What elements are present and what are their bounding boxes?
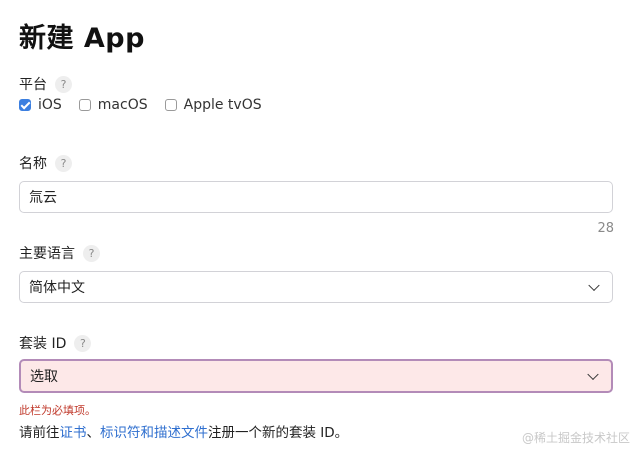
new-app-form: 新建 App 平台 ? iOS macOS Apple tvOS 名称 ? 氚云… [0, 0, 640, 459]
tvos-checkbox-icon[interactable] [164, 99, 177, 111]
certificates-link[interactable]: 证书 [60, 425, 87, 441]
platform-option-label: macOS [97, 97, 148, 113]
bundle-id-note: 请前往证书、标识符和描述文件注册一个新的套装 ID。 [19, 421, 348, 441]
bundle-id-help-icon[interactable]: ? [74, 334, 92, 352]
ios-checkbox-icon[interactable] [19, 99, 31, 111]
language-label: 主要语言 [19, 246, 75, 262]
bundle-id-error-message: 此栏为必填项。 [19, 404, 96, 417]
macos-checkbox-icon[interactable] [78, 99, 91, 111]
bundle-id-select-value: 选取 [30, 369, 58, 385]
note-prefix: 请前往 [19, 425, 60, 441]
page-title: 新建 App [19, 23, 145, 54]
name-char-counter: 28 [597, 221, 614, 236]
note-suffix: 注册一个新的套装 ID。 [208, 425, 349, 441]
name-input-value: 氚云 [29, 190, 57, 206]
language-label-row: 主要语言 ? [19, 243, 100, 263]
watermark: @稀土掘金技术社区 [521, 431, 630, 445]
platform-option-ios[interactable]: iOS [19, 97, 62, 113]
bundle-id-select[interactable]: 选取 [19, 359, 613, 393]
platform-options: iOS macOS Apple tvOS [19, 97, 279, 113]
platform-option-tvos[interactable]: Apple tvOS [164, 97, 262, 113]
bundle-id-label: 套装 ID [19, 336, 67, 352]
note-separator: 、 [86, 425, 101, 441]
identifiers-profiles-link[interactable]: 标识符和描述文件 [100, 425, 208, 441]
language-help-icon[interactable]: ? [83, 244, 100, 262]
chevron-down-icon [587, 368, 599, 381]
platform-help-icon[interactable]: ? [55, 75, 72, 93]
bundle-id-label-row: 套装 ID ? [19, 333, 92, 353]
language-select-value: 简体中文 [29, 280, 85, 296]
platform-label: 平台 [19, 77, 47, 93]
name-help-icon[interactable]: ? [55, 154, 72, 172]
name-label-row: 名称 ? [19, 153, 72, 173]
platform-option-label: iOS [38, 97, 62, 113]
platform-option-macos[interactable]: macOS [78, 97, 148, 113]
platform-option-label: Apple tvOS [183, 97, 262, 113]
language-select[interactable]: 简体中文 [19, 271, 613, 303]
platform-label-row: 平台 ? [19, 74, 72, 94]
name-input[interactable]: 氚云 [19, 181, 613, 213]
name-label: 名称 [19, 156, 47, 172]
chevron-down-icon [588, 279, 600, 292]
